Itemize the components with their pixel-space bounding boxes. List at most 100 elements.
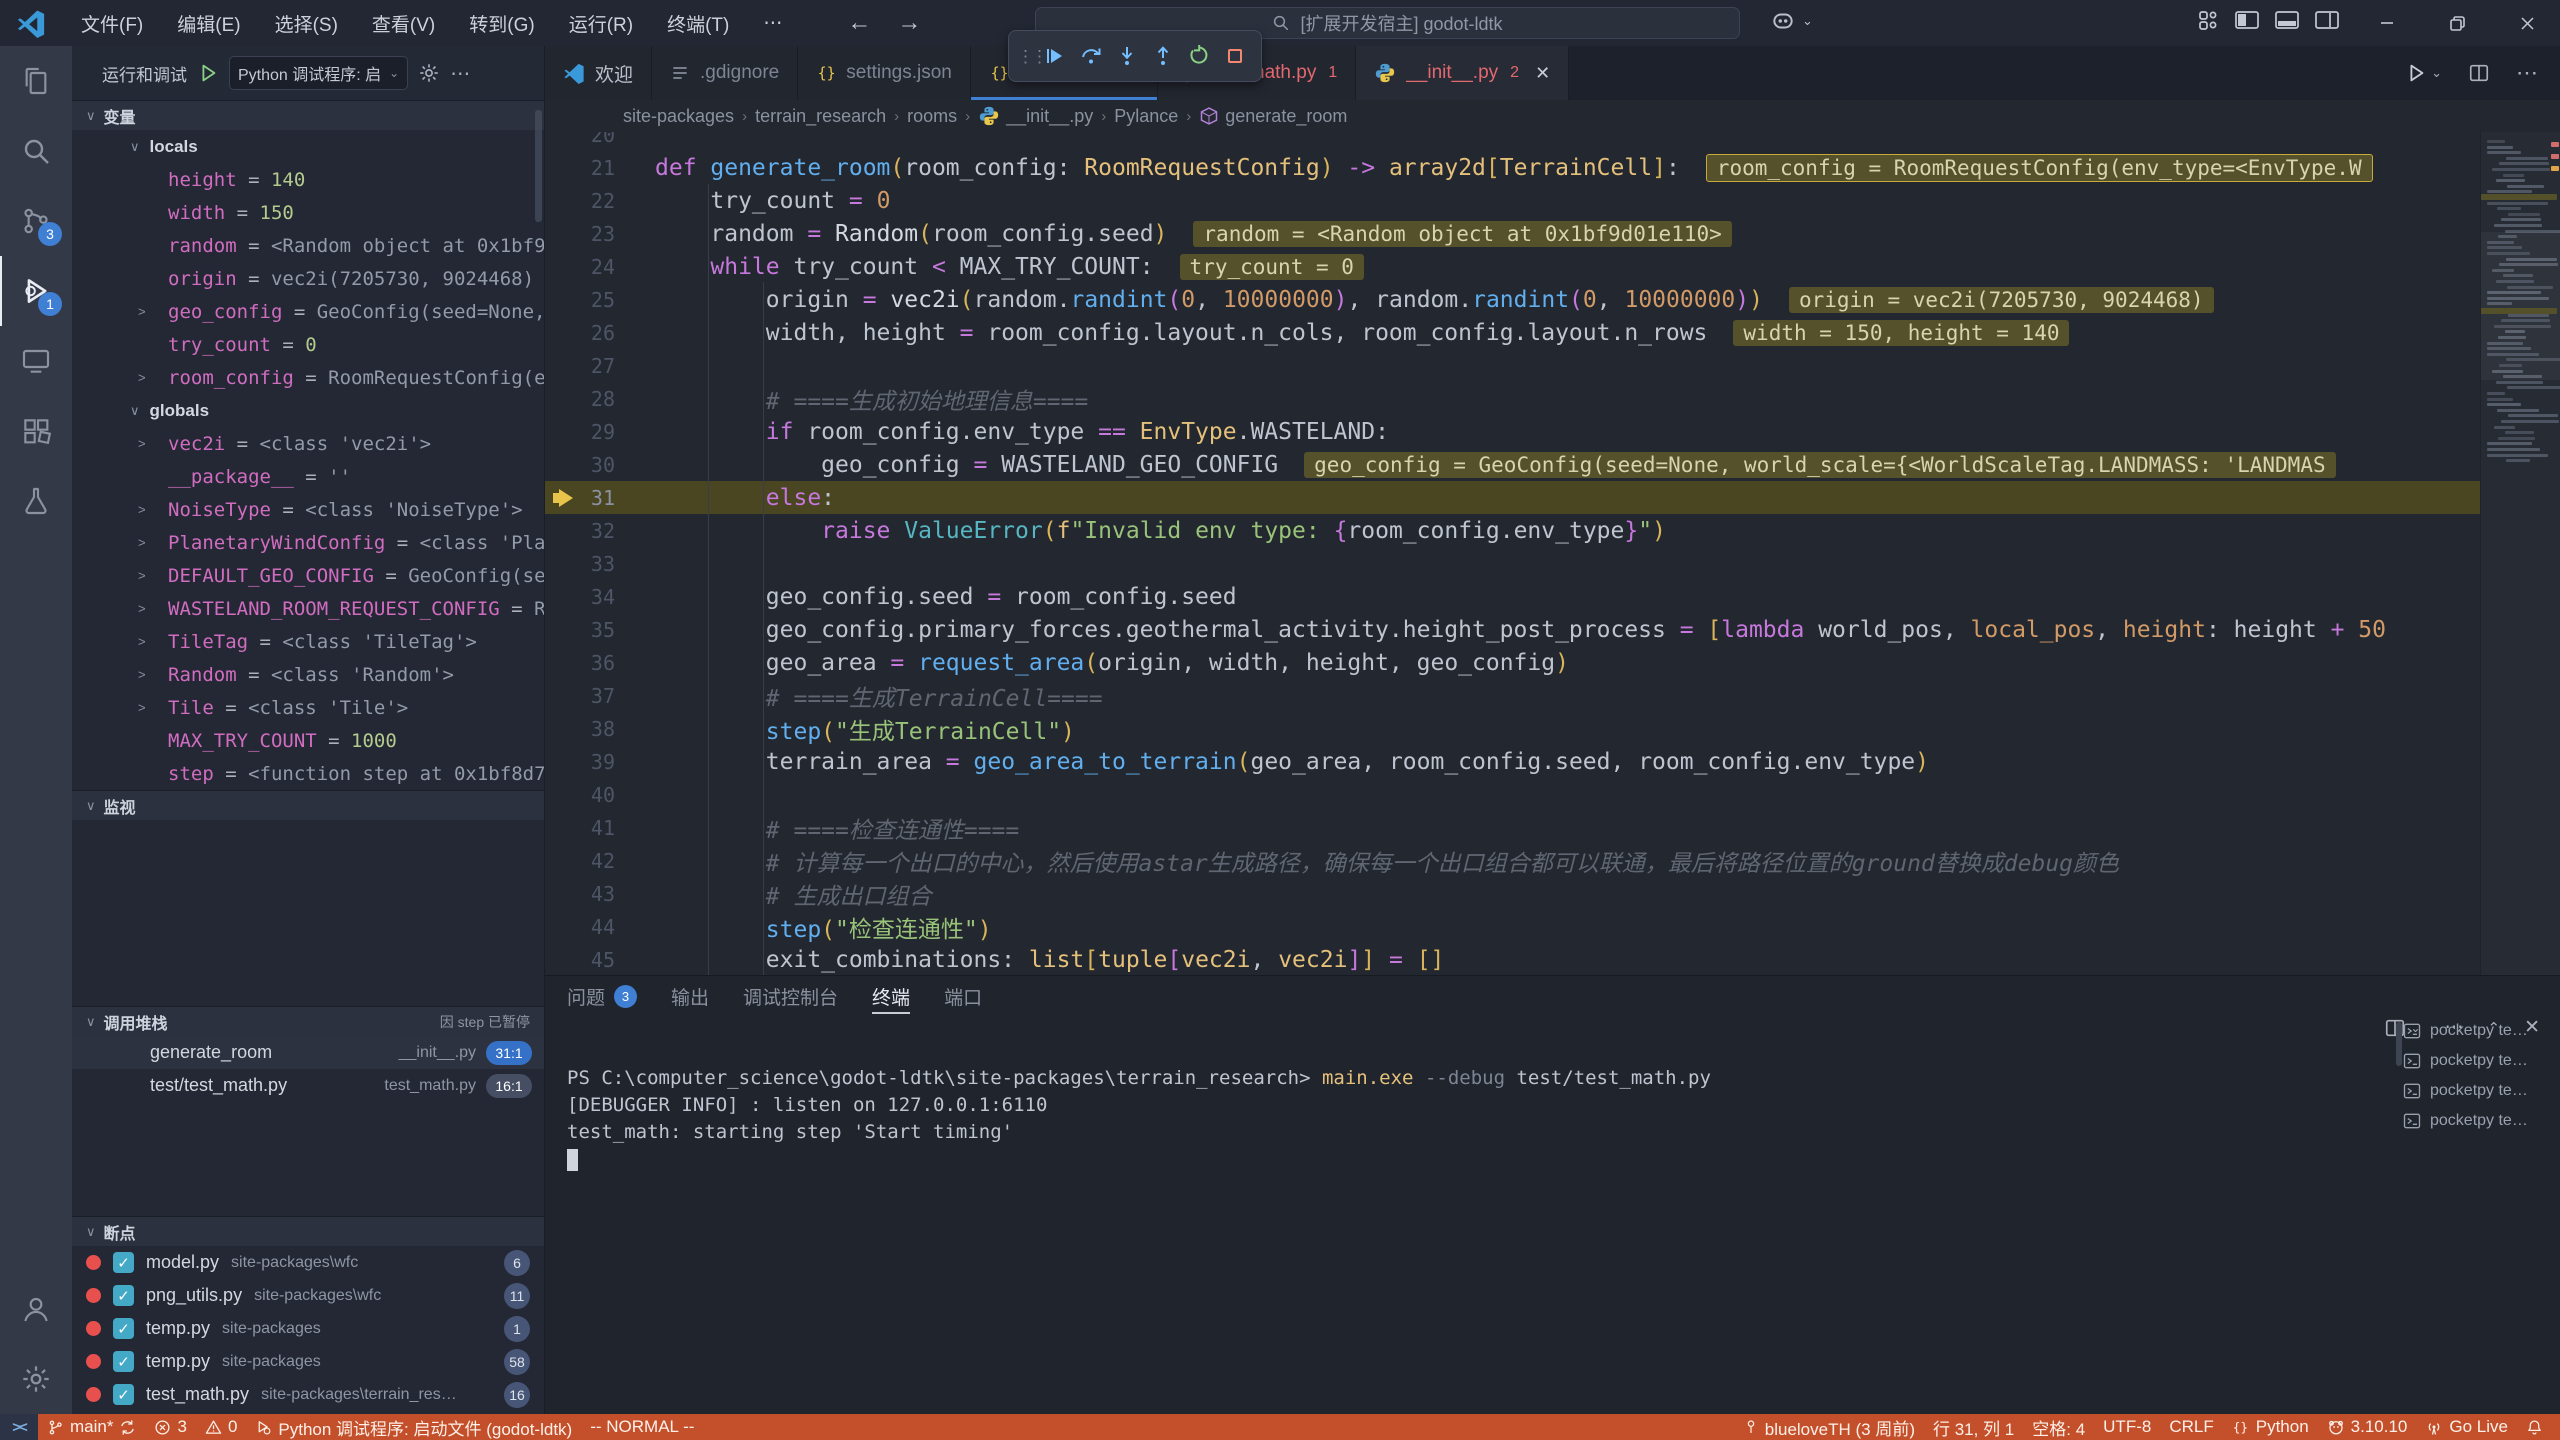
encoding[interactable]: UTF-8 bbox=[2094, 1414, 2160, 1440]
code-line[interactable]: 31 else: bbox=[545, 481, 2480, 514]
breakpoint-checkbox[interactable]: ✓ bbox=[113, 1384, 134, 1405]
variable-row[interactable]: step = <function step at 0x1bf8d716d… bbox=[72, 757, 544, 790]
close-window-button[interactable] bbox=[2498, 0, 2556, 46]
section-breakpoints[interactable]: ∨ 断点 bbox=[72, 1216, 544, 1246]
cursor-position[interactable]: 行 31, 列 1 bbox=[1924, 1414, 2023, 1440]
terminal-instance[interactable]: pocketpy te… bbox=[2402, 1106, 2552, 1136]
code-line[interactable]: 41 # ====检查连通性==== bbox=[545, 811, 2480, 844]
variable-row[interactable]: >DEFAULT_GEO_CONFIG = GeoConfig(seed=1… bbox=[72, 559, 544, 592]
breakpoint-row[interactable]: ✓temp.pysite-packages1 bbox=[72, 1312, 544, 1345]
close-tab-icon[interactable]: ✕ bbox=[1535, 63, 1550, 84]
terminal-instance[interactable]: pocketpy te… bbox=[2402, 1076, 2552, 1106]
nav-back-button[interactable]: ← bbox=[847, 9, 871, 37]
variable-row[interactable]: >TileTag = <class 'TileTag'> bbox=[72, 625, 544, 658]
breakpoint-checkbox[interactable]: ✓ bbox=[113, 1252, 134, 1273]
menu-运行(R)[interactable]: 运行(R) bbox=[552, 6, 650, 40]
eol[interactable]: CRLF bbox=[2160, 1414, 2222, 1440]
stop-button[interactable] bbox=[1217, 37, 1253, 75]
breakpoint-checkbox[interactable]: ✓ bbox=[113, 1318, 134, 1339]
variable-row[interactable]: try_count = 0 bbox=[72, 328, 544, 361]
variable-row[interactable]: >NoiseType = <class 'NoiseType'> bbox=[72, 493, 544, 526]
run-python-file-button[interactable]: ⌄ bbox=[2405, 62, 2442, 84]
terminal-instance[interactable]: pocketpy te… bbox=[2402, 1016, 2552, 1046]
variable-row[interactable]: random = <Random object at 0x1bf9d01e… bbox=[72, 229, 544, 262]
tab-.gdignore[interactable]: .gdignore bbox=[652, 46, 798, 100]
breakpoint-row[interactable]: ✓png_utils.pysite-packages\wfc11 bbox=[72, 1279, 544, 1312]
panel-tab-问题[interactable]: 问题3 bbox=[567, 976, 637, 1016]
code-line[interactable]: 26 width, height = room_config.layout.n_… bbox=[545, 316, 2480, 349]
activity-remote-explorer[interactable] bbox=[0, 326, 72, 396]
breadcrumb-item[interactable]: site-packages bbox=[623, 106, 734, 127]
restart-button[interactable] bbox=[1181, 37, 1217, 75]
activity-testing[interactable] bbox=[0, 466, 72, 536]
code-line[interactable]: 32 raise ValueError(f"Invalid env type: … bbox=[545, 514, 2480, 547]
activity-run-debug[interactable]: 1 bbox=[0, 256, 72, 326]
errors[interactable]: 3 bbox=[145, 1414, 195, 1440]
activity-account[interactable] bbox=[0, 1274, 72, 1344]
notifications[interactable] bbox=[2517, 1414, 2552, 1440]
panel-tab-终端[interactable]: 终端 bbox=[872, 976, 910, 1016]
variable-row[interactable]: origin = vec2i(7205730, 9024468) bbox=[72, 262, 544, 295]
code-line[interactable]: 38 step("生成TerrainCell") bbox=[545, 712, 2480, 745]
breadcrumb-item[interactable]: Pylance bbox=[1114, 106, 1178, 127]
code-line[interactable]: 28 # ====生成初始地理信息==== bbox=[545, 382, 2480, 415]
variable-row[interactable]: height = 140 bbox=[72, 163, 544, 196]
menu-more[interactable]: ⋯ bbox=[746, 6, 799, 40]
continue-button[interactable] bbox=[1037, 37, 1073, 75]
toggle-panel-icon[interactable] bbox=[2274, 8, 2300, 32]
activity-extensions[interactable] bbox=[0, 396, 72, 466]
panel-tab-调试控制台[interactable]: 调试控制台 bbox=[743, 976, 838, 1016]
variable-row[interactable]: >Tile = <class 'Tile'> bbox=[72, 691, 544, 724]
breadcrumb-item[interactable]: generate_room bbox=[1199, 106, 1347, 127]
tab-__init__.py[interactable]: __init__.py2✕ bbox=[1356, 46, 1569, 100]
menu-终端(T)[interactable]: 终端(T) bbox=[650, 6, 746, 40]
stack-frame[interactable]: generate_room__init__.py31:1 bbox=[72, 1036, 544, 1069]
terminal-output[interactable]: PS C:\computer_science\godot-ldtk\site-p… bbox=[545, 1039, 2560, 1173]
variable-row[interactable]: MAX_TRY_COUNT = 1000 bbox=[72, 724, 544, 757]
breadcrumb-item[interactable]: __init__.py bbox=[978, 105, 1093, 127]
activity-settings[interactable] bbox=[0, 1344, 72, 1414]
activity-explorer[interactable] bbox=[0, 46, 72, 116]
python-version[interactable]: 3.10.10 bbox=[2318, 1414, 2417, 1440]
restore-button[interactable] bbox=[2428, 0, 2486, 46]
panel-tab-端口[interactable]: 端口 bbox=[944, 976, 982, 1016]
drag-handle-icon[interactable]: ⋮⋮ bbox=[1017, 52, 1037, 61]
code-line[interactable]: 20 bbox=[545, 132, 2480, 151]
code-line[interactable]: 35 geo_config.primary_forces.geothermal_… bbox=[545, 613, 2480, 646]
menu-文件(F)[interactable]: 文件(F) bbox=[64, 6, 160, 40]
toggle-sidebar-icon[interactable] bbox=[2234, 8, 2260, 32]
git-blame[interactable]: blueloveTH (3 周前) bbox=[1734, 1414, 1924, 1440]
panel-tab-输出[interactable]: 输出 bbox=[671, 976, 709, 1016]
variable-row[interactable]: >geo_config = GeoConfig(seed=None, wor… bbox=[72, 295, 544, 328]
remote-indicator[interactable]: >< bbox=[0, 1414, 38, 1440]
menu-转到(G)[interactable]: 转到(G) bbox=[452, 6, 551, 40]
minimize-button[interactable] bbox=[2358, 0, 2416, 46]
breakpoint-checkbox[interactable]: ✓ bbox=[113, 1285, 134, 1306]
nav-forward-button[interactable]: → bbox=[897, 9, 921, 37]
more-actions-icon[interactable]: ⋯ bbox=[2516, 60, 2538, 86]
variable-row[interactable]: >room_config = RoomRequestConfig(env_t… bbox=[72, 361, 544, 394]
tab-欢迎[interactable]: 欢迎 bbox=[545, 46, 652, 100]
toggle-secondary-sidebar-icon[interactable] bbox=[2314, 8, 2340, 32]
code-line[interactable]: 36 geo_area = request_area(origin, width… bbox=[545, 646, 2480, 679]
code-line[interactable]: 25 origin = vec2i(random.randint(0, 1000… bbox=[545, 283, 2480, 316]
language-mode[interactable]: {}Python bbox=[2223, 1414, 2318, 1440]
sidebar-scrollbar[interactable] bbox=[535, 110, 542, 222]
warnings[interactable]: 0 bbox=[196, 1414, 246, 1440]
minimap[interactable] bbox=[2480, 132, 2560, 975]
section-watch[interactable]: ∨ 监视 bbox=[72, 790, 544, 820]
breadcrumb-item[interactable]: terrain_research bbox=[755, 106, 886, 127]
copilot-menu[interactable]: ⌄ bbox=[1770, 8, 1813, 34]
terminal-instance[interactable]: pocketpy te… bbox=[2402, 1046, 2552, 1076]
code-line[interactable]: 22 try_count = 0 bbox=[545, 184, 2480, 217]
step-into-button[interactable] bbox=[1109, 37, 1145, 75]
code-line[interactable]: 30 geo_config = WASTELAND_GEO_CONFIGgeo_… bbox=[545, 448, 2480, 481]
debug-config-dropdown[interactable]: Python 调试程序: 启 ⌄ bbox=[229, 56, 408, 90]
terminal-list-scrollbar[interactable] bbox=[2396, 1022, 2402, 1066]
variable-row[interactable]: width = 150 bbox=[72, 196, 544, 229]
activity-search[interactable] bbox=[0, 116, 72, 186]
vim-mode[interactable]: -- NORMAL -- bbox=[581, 1414, 703, 1440]
menu-编辑(E)[interactable]: 编辑(E) bbox=[160, 6, 257, 40]
code-line[interactable]: 39 terrain_area = geo_area_to_terrain(ge… bbox=[545, 745, 2480, 778]
code-line[interactable]: 45 exit_combinations: list[tuple[vec2i, … bbox=[545, 943, 2480, 975]
